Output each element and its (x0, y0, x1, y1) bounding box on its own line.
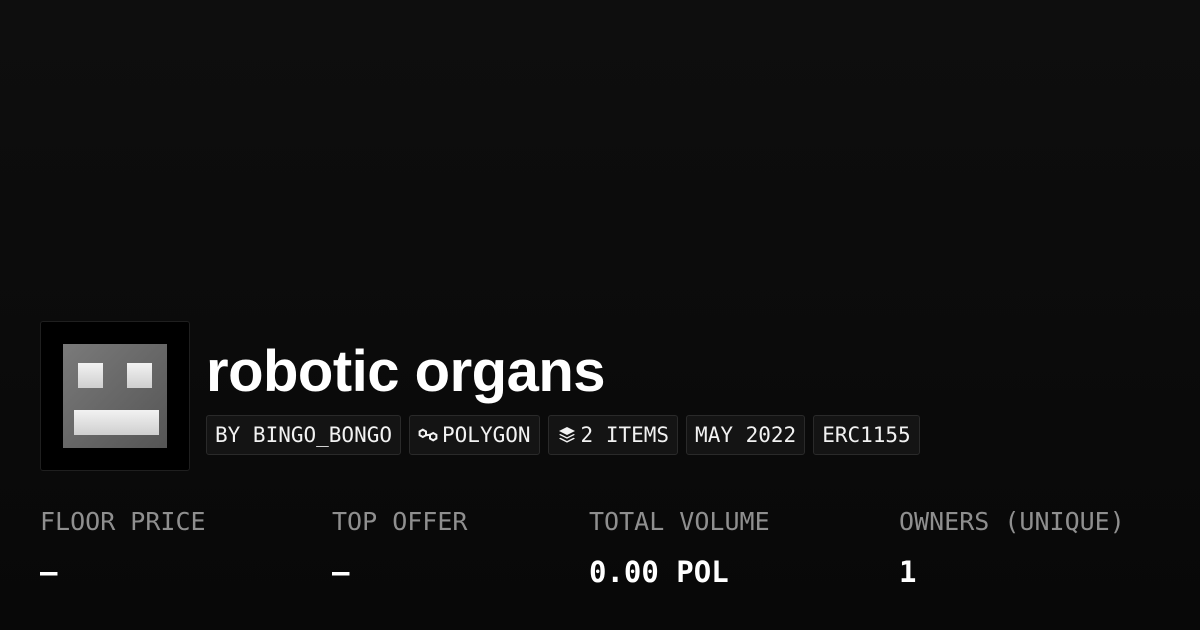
top-offer-label: TOP OFFER (332, 507, 468, 536)
chain-tag[interactable]: POLYGON (409, 415, 540, 455)
layers-icon (558, 427, 575, 443)
owners-stat: OWNERS (UNIQUE) 1 (899, 505, 1125, 589)
date-tag: MAY 2022 (686, 415, 806, 455)
top-offer-value: – (332, 555, 350, 589)
date-label: MAY 2022 (695, 423, 797, 447)
total-volume-label: TOTAL VOLUME (589, 507, 770, 536)
collection-tags: BY BINGO_BONGO POLYGON 2 ITEMS MAY 2022 … (206, 415, 920, 455)
items-tag[interactable]: 2 ITEMS (547, 415, 679, 455)
collection-title: robotic organs (206, 339, 606, 404)
standard-tag: ERC1155 (813, 415, 920, 455)
total-volume-stat: TOTAL VOLUME 0.00 POL (589, 505, 770, 589)
owners-label: OWNERS (UNIQUE) (899, 507, 1125, 536)
floor-price-stat: FLOOR PRICE – (40, 505, 206, 589)
creator-label: BY BINGO_BONGO (215, 423, 393, 447)
owners-value: 1 (899, 555, 917, 589)
standard-label: ERC1155 (822, 423, 911, 447)
floor-price-value: – (40, 555, 58, 589)
robot-face-icon (63, 344, 167, 448)
items-label: 2 ITEMS (580, 423, 670, 447)
collection-card: robotic organs BY BINGO_BONGO POLYGON 2 … (0, 0, 1200, 630)
collection-avatar (40, 321, 190, 471)
floor-price-label: FLOOR PRICE (40, 507, 206, 536)
creator-tag[interactable]: BY BINGO_BONGO (206, 415, 402, 455)
total-volume-value: 0.00 POL (589, 555, 729, 589)
chain-label: POLYGON (442, 423, 531, 447)
polygon-link-icon (418, 428, 438, 442)
top-offer-stat: TOP OFFER – (332, 505, 467, 589)
